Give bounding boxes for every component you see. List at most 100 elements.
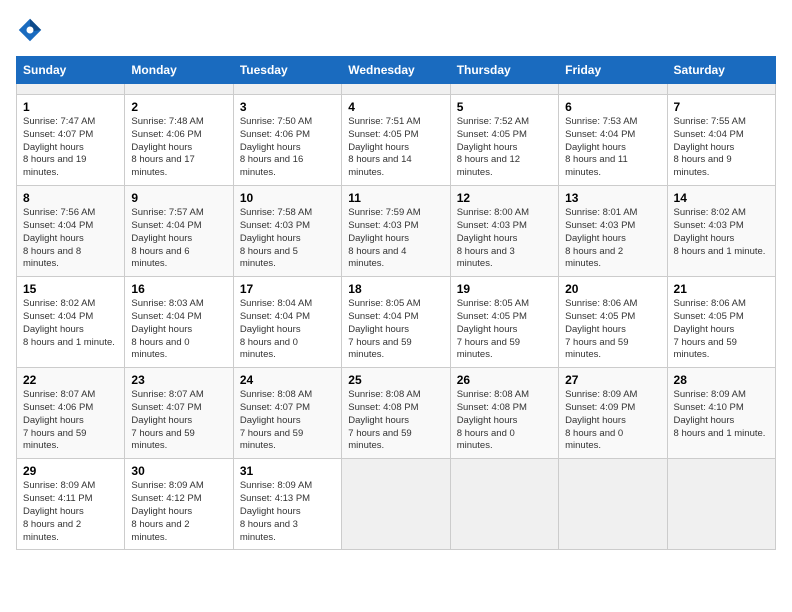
calendar-cell: 8 Sunrise: 7:56 AM Sunset: 4:04 PM Dayli…	[17, 186, 125, 277]
calendar-cell	[342, 459, 450, 550]
day-info: Sunrise: 7:51 AM Sunset: 4:05 PM Dayligh…	[348, 116, 443, 180]
day-number: 2	[131, 100, 226, 114]
day-info: Sunrise: 8:08 AM Sunset: 4:08 PM Dayligh…	[348, 389, 443, 453]
day-info: Sunrise: 7:53 AM Sunset: 4:04 PM Dayligh…	[565, 116, 660, 180]
logo-icon	[16, 16, 44, 44]
calendar-cell: 22 Sunrise: 8:07 AM Sunset: 4:06 PM Dayl…	[17, 368, 125, 459]
calendar-cell: 28 Sunrise: 8:09 AM Sunset: 4:10 PM Dayl…	[667, 368, 775, 459]
calendar-cell: 7 Sunrise: 7:55 AM Sunset: 4:04 PM Dayli…	[667, 95, 775, 186]
day-info: Sunrise: 8:06 AM Sunset: 4:05 PM Dayligh…	[674, 298, 769, 362]
day-number: 17	[240, 282, 335, 296]
calendar-cell	[342, 84, 450, 95]
day-info: Sunrise: 8:02 AM Sunset: 4:04 PM Dayligh…	[23, 298, 118, 349]
day-number: 11	[348, 191, 443, 205]
day-number: 28	[674, 373, 769, 387]
day-info: Sunrise: 8:09 AM Sunset: 4:13 PM Dayligh…	[240, 480, 335, 544]
calendar-week-row: 29 Sunrise: 8:09 AM Sunset: 4:11 PM Dayl…	[17, 459, 776, 550]
calendar-cell	[667, 459, 775, 550]
day-number: 27	[565, 373, 660, 387]
day-number: 25	[348, 373, 443, 387]
day-info: Sunrise: 8:03 AM Sunset: 4:04 PM Dayligh…	[131, 298, 226, 362]
day-number: 14	[674, 191, 769, 205]
calendar-cell: 10 Sunrise: 7:58 AM Sunset: 4:03 PM Dayl…	[233, 186, 341, 277]
calendar-cell: 13 Sunrise: 8:01 AM Sunset: 4:03 PM Dayl…	[559, 186, 667, 277]
day-number: 18	[348, 282, 443, 296]
calendar-cell: 3 Sunrise: 7:50 AM Sunset: 4:06 PM Dayli…	[233, 95, 341, 186]
day-number: 7	[674, 100, 769, 114]
day-info: Sunrise: 7:47 AM Sunset: 4:07 PM Dayligh…	[23, 116, 118, 180]
calendar-cell	[559, 84, 667, 95]
day-number: 15	[23, 282, 118, 296]
calendar-week-row: 22 Sunrise: 8:07 AM Sunset: 4:06 PM Dayl…	[17, 368, 776, 459]
calendar-cell	[125, 84, 233, 95]
logo	[16, 16, 48, 44]
calendar-cell	[667, 84, 775, 95]
day-number: 10	[240, 191, 335, 205]
day-info: Sunrise: 7:48 AM Sunset: 4:06 PM Dayligh…	[131, 116, 226, 180]
day-number: 24	[240, 373, 335, 387]
weekday-thursday: Thursday	[450, 57, 558, 84]
day-number: 4	[348, 100, 443, 114]
calendar-cell: 17 Sunrise: 8:04 AM Sunset: 4:04 PM Dayl…	[233, 277, 341, 368]
calendar-table: SundayMondayTuesdayWednesdayThursdayFrid…	[16, 56, 776, 550]
day-info: Sunrise: 7:56 AM Sunset: 4:04 PM Dayligh…	[23, 207, 118, 271]
day-number: 22	[23, 373, 118, 387]
calendar-cell	[450, 459, 558, 550]
calendar-week-row	[17, 84, 776, 95]
day-info: Sunrise: 8:00 AM Sunset: 4:03 PM Dayligh…	[457, 207, 552, 271]
day-info: Sunrise: 8:06 AM Sunset: 4:05 PM Dayligh…	[565, 298, 660, 362]
day-info: Sunrise: 8:05 AM Sunset: 4:04 PM Dayligh…	[348, 298, 443, 362]
calendar-cell: 14 Sunrise: 8:02 AM Sunset: 4:03 PM Dayl…	[667, 186, 775, 277]
page-header	[16, 16, 776, 44]
calendar-cell: 2 Sunrise: 7:48 AM Sunset: 4:06 PM Dayli…	[125, 95, 233, 186]
day-info: Sunrise: 8:09 AM Sunset: 4:10 PM Dayligh…	[674, 389, 769, 440]
day-info: Sunrise: 8:01 AM Sunset: 4:03 PM Dayligh…	[565, 207, 660, 271]
calendar-cell: 5 Sunrise: 7:52 AM Sunset: 4:05 PM Dayli…	[450, 95, 558, 186]
calendar-cell: 31 Sunrise: 8:09 AM Sunset: 4:13 PM Dayl…	[233, 459, 341, 550]
day-number: 23	[131, 373, 226, 387]
calendar-cell	[559, 459, 667, 550]
weekday-monday: Monday	[125, 57, 233, 84]
day-number: 6	[565, 100, 660, 114]
day-number: 9	[131, 191, 226, 205]
day-info: Sunrise: 8:07 AM Sunset: 4:07 PM Dayligh…	[131, 389, 226, 453]
calendar-cell	[17, 84, 125, 95]
day-info: Sunrise: 8:08 AM Sunset: 4:08 PM Dayligh…	[457, 389, 552, 453]
calendar-cell: 12 Sunrise: 8:00 AM Sunset: 4:03 PM Dayl…	[450, 186, 558, 277]
calendar-week-row: 8 Sunrise: 7:56 AM Sunset: 4:04 PM Dayli…	[17, 186, 776, 277]
day-info: Sunrise: 8:09 AM Sunset: 4:09 PM Dayligh…	[565, 389, 660, 453]
calendar-cell: 20 Sunrise: 8:06 AM Sunset: 4:05 PM Dayl…	[559, 277, 667, 368]
calendar-cell: 30 Sunrise: 8:09 AM Sunset: 4:12 PM Dayl…	[125, 459, 233, 550]
calendar-cell: 6 Sunrise: 7:53 AM Sunset: 4:04 PM Dayli…	[559, 95, 667, 186]
calendar-week-row: 1 Sunrise: 7:47 AM Sunset: 4:07 PM Dayli…	[17, 95, 776, 186]
calendar-week-row: 15 Sunrise: 8:02 AM Sunset: 4:04 PM Dayl…	[17, 277, 776, 368]
day-info: Sunrise: 8:04 AM Sunset: 4:04 PM Dayligh…	[240, 298, 335, 362]
calendar-cell: 21 Sunrise: 8:06 AM Sunset: 4:05 PM Dayl…	[667, 277, 775, 368]
day-number: 20	[565, 282, 660, 296]
day-info: Sunrise: 7:55 AM Sunset: 4:04 PM Dayligh…	[674, 116, 769, 180]
day-number: 13	[565, 191, 660, 205]
calendar-cell: 11 Sunrise: 7:59 AM Sunset: 4:03 PM Dayl…	[342, 186, 450, 277]
calendar-cell: 24 Sunrise: 8:08 AM Sunset: 4:07 PM Dayl…	[233, 368, 341, 459]
day-info: Sunrise: 7:59 AM Sunset: 4:03 PM Dayligh…	[348, 207, 443, 271]
weekday-sunday: Sunday	[17, 57, 125, 84]
day-info: Sunrise: 8:02 AM Sunset: 4:03 PM Dayligh…	[674, 207, 769, 258]
calendar-cell: 9 Sunrise: 7:57 AM Sunset: 4:04 PM Dayli…	[125, 186, 233, 277]
day-number: 21	[674, 282, 769, 296]
day-number: 8	[23, 191, 118, 205]
day-info: Sunrise: 8:09 AM Sunset: 4:12 PM Dayligh…	[131, 480, 226, 544]
day-number: 30	[131, 464, 226, 478]
day-info: Sunrise: 8:09 AM Sunset: 4:11 PM Dayligh…	[23, 480, 118, 544]
calendar-body: 1 Sunrise: 7:47 AM Sunset: 4:07 PM Dayli…	[17, 84, 776, 550]
day-info: Sunrise: 7:50 AM Sunset: 4:06 PM Dayligh…	[240, 116, 335, 180]
calendar-header: SundayMondayTuesdayWednesdayThursdayFrid…	[17, 57, 776, 84]
day-info: Sunrise: 7:57 AM Sunset: 4:04 PM Dayligh…	[131, 207, 226, 271]
calendar-cell: 27 Sunrise: 8:09 AM Sunset: 4:09 PM Dayl…	[559, 368, 667, 459]
day-number: 19	[457, 282, 552, 296]
day-info: Sunrise: 7:52 AM Sunset: 4:05 PM Dayligh…	[457, 116, 552, 180]
day-number: 16	[131, 282, 226, 296]
calendar-cell: 23 Sunrise: 8:07 AM Sunset: 4:07 PM Dayl…	[125, 368, 233, 459]
day-number: 3	[240, 100, 335, 114]
day-number: 5	[457, 100, 552, 114]
weekday-tuesday: Tuesday	[233, 57, 341, 84]
